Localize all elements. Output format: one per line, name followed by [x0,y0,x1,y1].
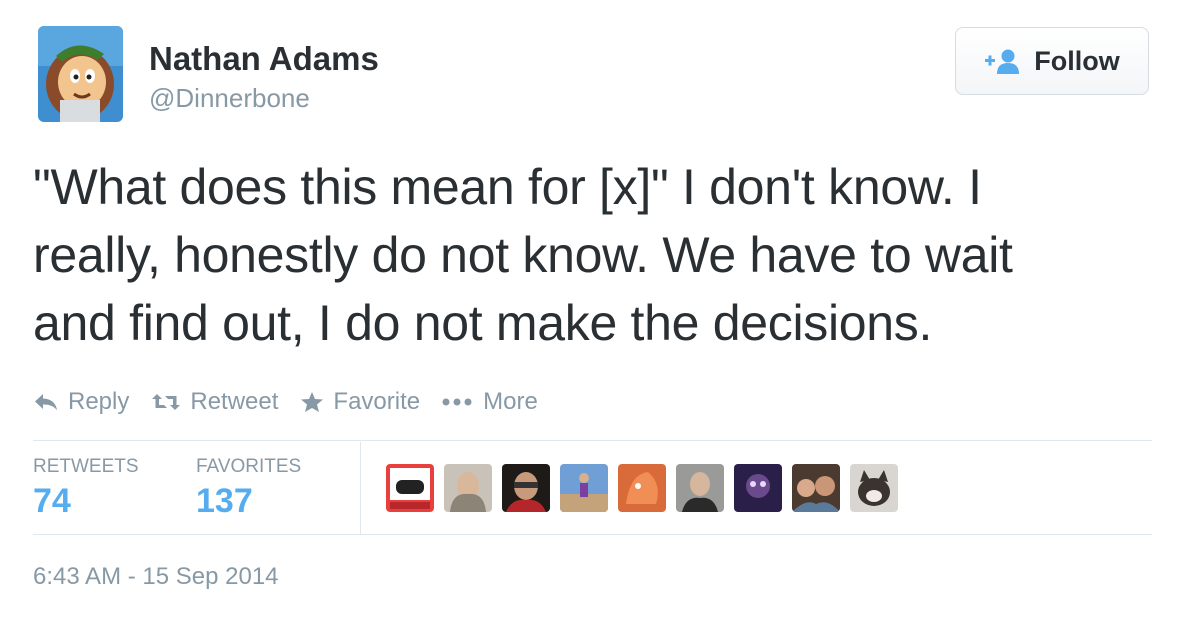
favoriter-avatars [386,464,898,512]
more-label: More [483,388,538,415]
favorites-count: 137 [196,482,253,520]
favoriter-avatar[interactable] [444,464,492,512]
favoriter-avatar[interactable] [386,464,434,512]
favoriter-avatar[interactable] [850,464,898,512]
reply-action[interactable]: Reply [33,388,129,416]
favoriter-avatar[interactable] [734,464,782,512]
favorites-stat[interactable]: FAVORITES 137 [196,456,301,521]
divider [33,440,1152,441]
tweet-actions: Reply Retweet Favorite More [33,385,560,419]
favoriter-avatar[interactable] [502,464,550,512]
user-handle[interactable]: @Dinnerbone [149,83,310,114]
more-dots-icon [442,398,472,406]
retweet-icon [152,394,181,410]
tweet-text: "What does this mean for [x]" I don't kn… [33,153,1163,357]
stats-separator [360,442,361,534]
follow-button-label: Follow [1034,45,1120,76]
reply-icon [35,394,57,410]
favoriter-avatar[interactable] [618,464,666,512]
tweet-timestamp[interactable]: 6:43 AM - 15 Sep 2014 [33,563,279,591]
retweets-label: RETWEETS [33,456,139,477]
retweets-stat[interactable]: RETWEETS 74 [33,456,139,521]
favoriter-avatar[interactable] [560,464,608,512]
add-user-icon [984,48,1022,74]
follow-button[interactable]: Follow [955,27,1149,95]
tweet-text-line: really, honestly do not know. We have to… [33,227,1013,283]
user-avatar[interactable] [38,26,123,122]
reply-label: Reply [68,388,130,415]
favorites-label: FAVORITES [196,456,302,477]
divider [33,534,1152,535]
retweet-label: Retweet [190,388,279,415]
retweet-action[interactable]: Retweet [151,388,278,416]
tweet-text-line: and find out, I do not make the decision… [33,295,933,351]
user-display-name[interactable]: Nathan Adams [149,40,379,78]
star-icon [301,392,324,412]
favorite-label: Favorite [333,388,421,415]
tweet-card: Nathan Adams @Dinnerbone Follow "What do… [0,0,1192,624]
favoriter-avatar[interactable] [792,464,840,512]
more-action[interactable]: More [442,388,538,416]
favoriter-avatar[interactable] [676,464,724,512]
tweet-text-line: "What does this mean for [x]" I don't kn… [33,159,982,215]
favorite-action[interactable]: Favorite [300,388,420,416]
retweets-count: 74 [33,482,71,520]
